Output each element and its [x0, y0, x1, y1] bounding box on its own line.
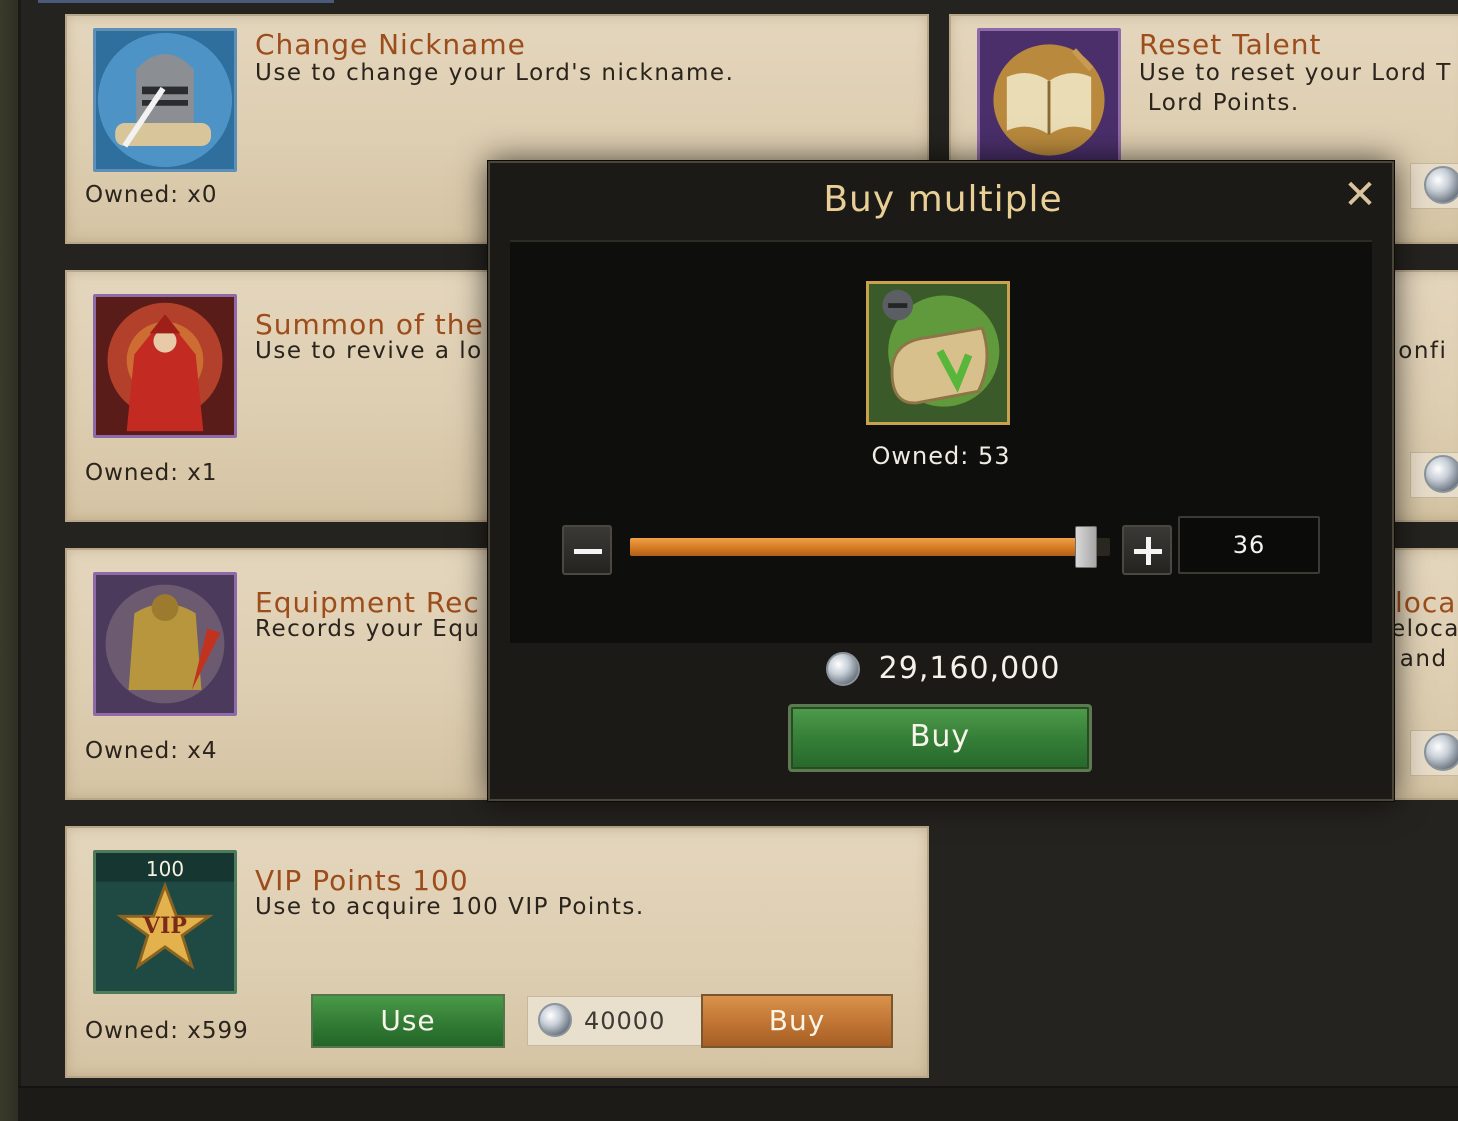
- silver-coin-icon: [1424, 166, 1458, 206]
- confirm-buy-button[interactable]: Buy: [788, 704, 1092, 772]
- silver-coin-icon: [1424, 455, 1458, 495]
- card-description-line: Lord Points.: [1139, 90, 1300, 116]
- quantity-slider[interactable]: [630, 526, 1110, 568]
- owned-count: Owned: x4: [85, 738, 218, 764]
- card-description: Records your Equ: [255, 616, 481, 642]
- quantity-input[interactable]: 36: [1178, 516, 1320, 574]
- buy-button[interactable]: Buy: [701, 994, 893, 1048]
- silver-coin-icon: [538, 1003, 572, 1037]
- card-description-line: Use to reset your Lord T: [1139, 60, 1452, 86]
- shop-card-vip-points: 100 VIP VIP Points 100 Use to acquire 10…: [65, 826, 929, 1078]
- silver-coin-icon: [1424, 733, 1458, 773]
- decrease-button[interactable]: [562, 525, 612, 575]
- use-button[interactable]: Use: [311, 994, 505, 1048]
- price-display: 40000: [527, 996, 703, 1046]
- knight-helmet-scroll-icon: [93, 28, 237, 172]
- increase-button[interactable]: [1122, 525, 1172, 575]
- scroll-with-helmet-icon: [866, 281, 1010, 425]
- card-description-line: and: [1391, 646, 1448, 672]
- golden-armor-icon: [93, 572, 237, 716]
- card-description: Use to acquire 100 VIP Points.: [255, 894, 645, 920]
- close-icon[interactable]: ✕: [1342, 175, 1378, 215]
- card-description: :onfi: [1389, 338, 1448, 364]
- owned-count: Owned: x0: [85, 182, 218, 208]
- silver-coin-icon: [825, 651, 860, 686]
- total-price-value: 29,160,000: [878, 651, 1061, 686]
- vip-badge-count: 100: [145, 857, 185, 881]
- card-description: Use to change your Lord's nickname.: [255, 60, 735, 86]
- card-description: Use to revive a lo: [255, 338, 483, 364]
- slider-fill: [630, 538, 1086, 556]
- owned-count: Owned: x1: [85, 460, 218, 486]
- vip-star-icon: 100 VIP: [93, 850, 237, 994]
- card-description: eloca and: [1391, 614, 1458, 674]
- red-hooded-mage-icon: [93, 294, 237, 438]
- owned-count: Owned: x599: [85, 1018, 249, 1044]
- owned-count: Owned: 53: [871, 442, 1011, 470]
- buy-multiple-dialog: Buy multiple ✕ Owned: 53 36 29,160,000 B…: [488, 161, 1394, 801]
- card-description-line: eloca: [1391, 616, 1458, 642]
- slider-handle[interactable]: [1075, 526, 1097, 568]
- panel-bottom-border: [18, 1086, 1458, 1121]
- total-price: 29,160,000: [490, 651, 1396, 691]
- vip-badge-label: VIP: [143, 913, 187, 939]
- open-book-icon: [977, 28, 1121, 172]
- card-title: Change Nickname: [255, 28, 526, 61]
- price-value: 40000: [584, 1007, 666, 1035]
- tab-indicator: [38, 0, 334, 3]
- card-title: Reset Talent: [1139, 28, 1322, 61]
- dialog-content: Owned: 53 36: [510, 240, 1372, 643]
- dialog-title: Buy multiple: [823, 179, 1063, 220]
- card-description: Use to reset your Lord T Lord Points.: [1139, 58, 1452, 118]
